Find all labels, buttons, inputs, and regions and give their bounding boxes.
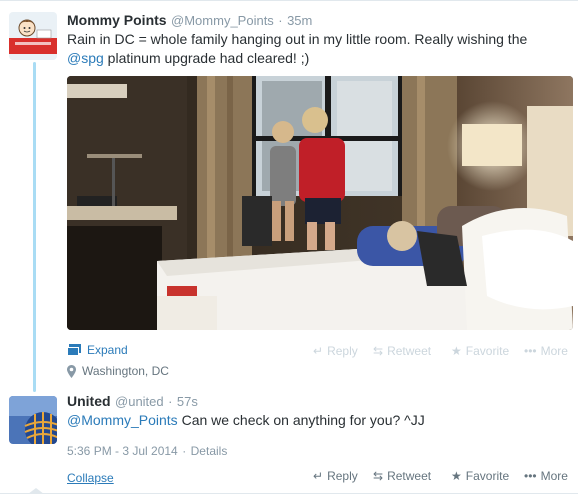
retweet-icon: ⇆ [373,469,384,483]
tweet2-retweet-button[interactable]: ⇆ Retweet [373,469,431,483]
favorite-icon: ★ [451,344,462,358]
avatar-illustration [9,12,57,60]
tweet2-text: @Mommy_Points Can we check on anything f… [67,411,425,430]
expand-photo-icon [67,344,81,356]
tweet1-text-part2: platinum upgrade had cleared! ;) [103,50,310,66]
tweet2-mention-mommy-points[interactable]: @Mommy_Points [67,412,178,428]
tweet1-photo[interactable] [67,76,573,330]
more-icon: ••• [524,344,537,358]
tweet1-text-part1: Rain in DC = whole family hanging out in… [67,31,528,47]
reply-icon: ↵ [313,344,324,358]
tweet1-author-name[interactable]: Mommy Points [67,12,167,28]
tweet2-timestamp-row: 5:36 PM - 3 Jul 2014 · Details [67,442,227,460]
retweet-icon: ⇆ [373,344,384,358]
tweet2-timestamp[interactable]: 5:36 PM - 3 Jul 2014 [67,444,178,458]
retweet-label: Retweet [387,469,432,483]
tweet1-expand-link[interactable]: Expand [67,343,128,357]
conversation-thread-line [33,62,36,392]
reply-icon: ↵ [313,469,324,483]
more-label: More [540,469,568,483]
reply-label: Reply [327,469,358,483]
tweet2-text-body: Can we check on anything for you? ^JJ [177,412,425,428]
hotel-room-photo [67,76,573,330]
favorite-label: Favorite [465,469,510,483]
favorite-icon: ★ [451,469,462,483]
tweet1-more-button[interactable]: ••• More [524,344,568,358]
tweet1-author-handle[interactable]: @Mommy_Points [171,13,274,28]
tweet1-expand-label[interactable]: Expand [87,343,128,357]
tweet1-time[interactable]: 35m [287,13,312,28]
tweet1-text: Rain in DC = whole family hanging out in… [67,30,567,68]
tweet2-time[interactable]: 57s [177,394,198,409]
tweet1-reply-button[interactable]: ↵ Reply [313,344,358,358]
tweet2-more-button[interactable]: ••• More [524,469,568,483]
tweet2-author-name[interactable]: United [67,393,111,409]
tweet2-author-handle[interactable]: @united [115,394,164,409]
tweet2-separator: · [168,394,173,409]
collapse-label[interactable]: Collapse [67,471,114,485]
tweet1-location[interactable]: Washington, DC [67,364,169,378]
tweet1-location-label[interactable]: Washington, DC [82,364,169,378]
top-border [0,0,578,1]
tweet2-reply-button[interactable]: ↵ Reply [313,469,358,483]
tweet1-mention-spg[interactable]: @spg [67,50,104,66]
tweet2-collapse-link[interactable]: Collapse [67,469,114,487]
location-pin-icon [67,364,76,378]
tweet1-retweet-button[interactable]: ⇆ Retweet [373,344,431,358]
tweet2-header: United @united · 57s [67,393,198,411]
more-icon: ••• [524,469,537,483]
tweet1-favorite-button[interactable]: ★ Favorite [451,344,509,358]
tweet1-header: Mommy Points @Mommy_Points · 35m [67,12,312,30]
united-globe-logo [9,396,57,444]
favorite-label: Favorite [465,344,510,358]
retweet-label: Retweet [387,344,432,358]
reply-label: Reply [327,344,358,358]
tweet2-details-link[interactable]: Details [191,444,228,458]
avatar-united[interactable] [9,396,57,444]
tweet2-details-separator: · [182,444,187,458]
bottom-border [0,493,578,494]
avatar-mommy-points[interactable] [9,12,57,60]
more-label: More [540,344,568,358]
tweet2-favorite-button[interactable]: ★ Favorite [451,469,509,483]
tweet1-separator: · [278,13,283,28]
